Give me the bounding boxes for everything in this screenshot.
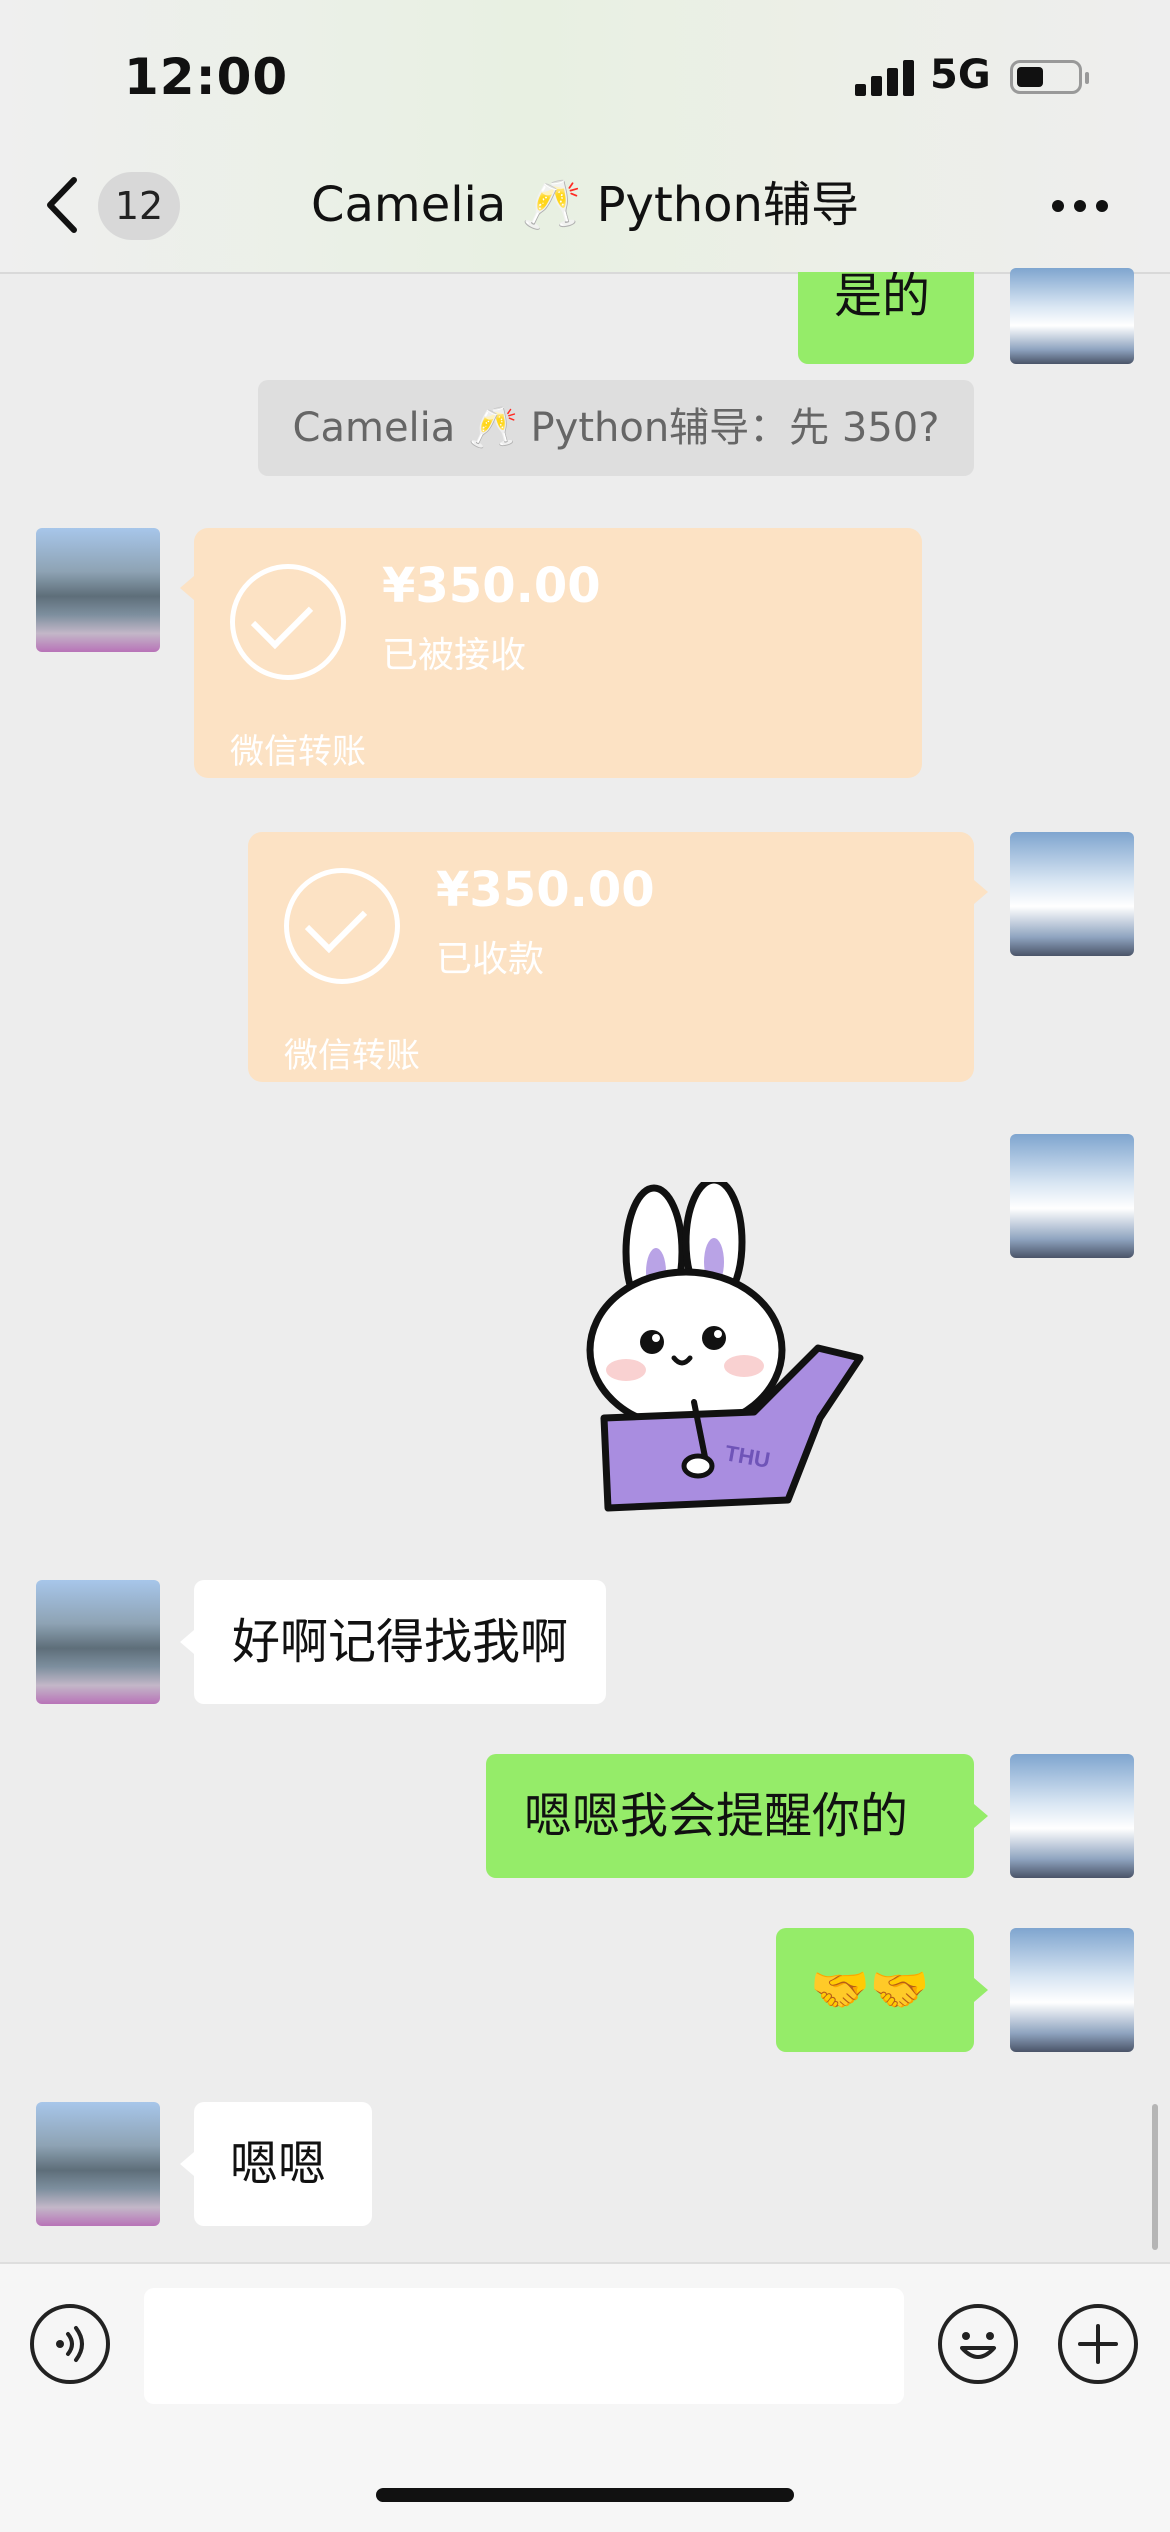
message-text: 嗯嗯	[230, 2136, 327, 2192]
check-icon	[284, 868, 400, 984]
emoji-icon[interactable]	[938, 2304, 1018, 2384]
battery-icon	[1010, 60, 1089, 94]
system-message: Camelia 🥂 Python辅导：先 350?	[258, 380, 974, 476]
message-text: 🤝🤝	[810, 1962, 930, 2018]
message-text: 嗯嗯我会提醒你的	[524, 1788, 909, 1844]
home-indicator[interactable]	[376, 2488, 794, 2502]
transfer-amount: ¥350.00	[382, 558, 601, 614]
signal-icon	[855, 60, 917, 96]
message-text: 是的	[834, 272, 931, 324]
chat-title: Camelia 🥂 Python辅导	[311, 177, 859, 233]
chat-screen: 12:00 5G 12 Camelia 🥂 Python辅导 是的 Cameli…	[0, 0, 1170, 2532]
message-bubble-outgoing[interactable]: 🤝🤝	[776, 1928, 974, 2052]
transfer-status: 已收款	[436, 939, 545, 980]
my-avatar[interactable]	[1010, 1754, 1134, 1878]
transfer-card-received[interactable]: ¥350.00 已被接收 微信转账	[194, 528, 922, 778]
message-bubble-incoming[interactable]: 好啊记得找我啊	[194, 1580, 607, 1704]
message-bubble-incoming[interactable]: 嗯嗯	[194, 2102, 372, 2226]
message-input[interactable]	[144, 2288, 904, 2404]
bubble-tail	[180, 576, 194, 600]
message-text: 好啊记得找我啊	[232, 1614, 569, 1670]
rabbit-sticker[interactable]: THU	[574, 1182, 874, 1522]
bubble-tail	[180, 1630, 194, 1654]
transfer-card-sent[interactable]: ¥350.00 已收款 微信转账	[248, 832, 974, 1082]
transfer-source: 微信转账	[230, 732, 366, 772]
bubble-tail	[974, 1978, 988, 2002]
network-label: 5G	[930, 52, 991, 98]
header: 12:00 5G 12 Camelia 🥂 Python辅导	[0, 0, 1170, 274]
check-icon	[230, 564, 346, 680]
my-avatar[interactable]	[1010, 832, 1134, 956]
transfer-amount: ¥350.00	[436, 862, 655, 918]
contact-avatar[interactable]	[36, 2102, 160, 2226]
message-bubble-outgoing[interactable]: 嗯嗯我会提醒你的	[486, 1754, 974, 1878]
contact-avatar[interactable]	[36, 528, 160, 652]
bubble-tail	[974, 1804, 988, 1828]
back-icon[interactable]	[40, 170, 84, 240]
more-icon[interactable]	[1048, 196, 1112, 216]
my-avatar[interactable]	[1010, 1928, 1134, 2052]
plus-icon[interactable]	[1058, 2304, 1138, 2384]
bubble-tail	[974, 880, 988, 904]
message-bubble-outgoing[interactable]: 是的	[798, 272, 974, 364]
contact-avatar[interactable]	[36, 1580, 160, 1704]
bubble-tail	[180, 2152, 194, 2176]
transfer-status: 已被接收	[382, 635, 527, 676]
status-time: 12:00	[124, 48, 289, 106]
my-avatar[interactable]	[1010, 268, 1134, 364]
transfer-source: 微信转账	[284, 1036, 420, 1076]
voice-icon[interactable]	[30, 2304, 110, 2384]
scrollbar[interactable]	[1152, 2104, 1158, 2250]
unread-count-badge[interactable]: 12	[98, 172, 180, 240]
my-avatar[interactable]	[1010, 1134, 1134, 1258]
